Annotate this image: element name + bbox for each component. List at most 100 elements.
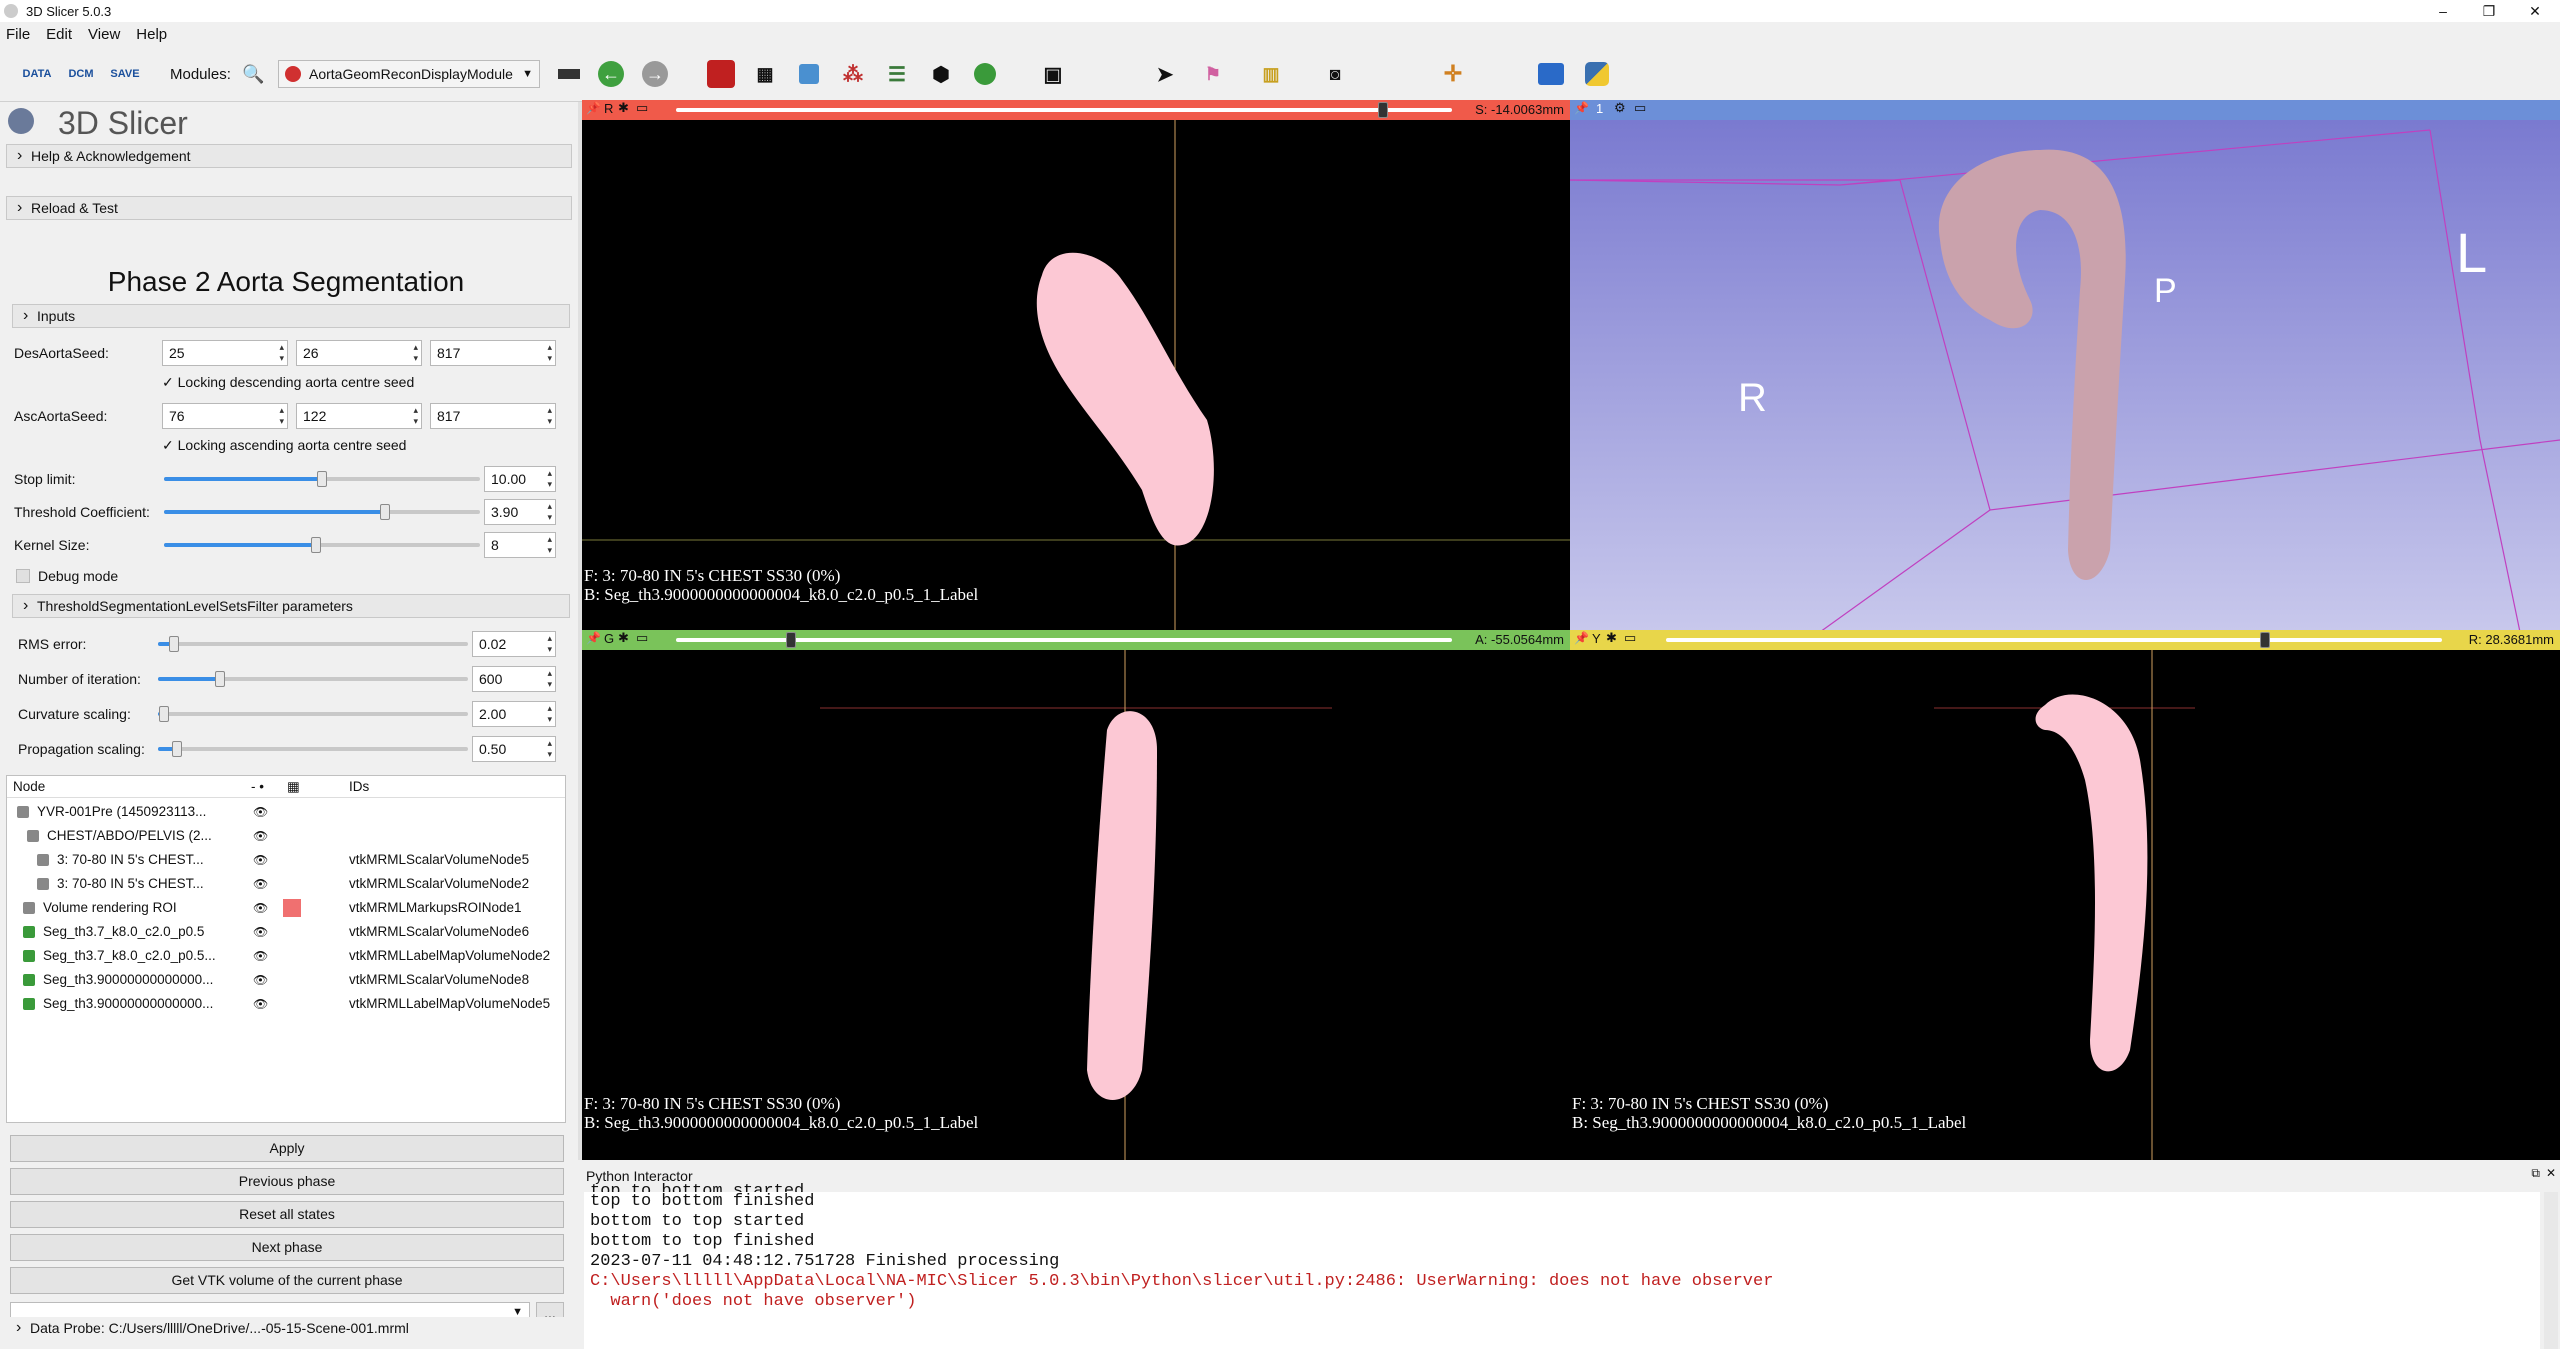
volume-rendering-icon[interactable]: ⬢	[924, 58, 958, 90]
des-lock-checkbox[interactable]: ✓ Locking descending aorta centre seed	[162, 374, 414, 391]
des-seed-x[interactable]: 25	[162, 340, 288, 366]
tree-row[interactable]: CHEST/ABDO/PELVIS (2... 👁	[7, 824, 565, 848]
green-slice-view[interactable]: F: 3: 70-80 IN 5's CHEST SS30 (0%) B: Se…	[582, 650, 1570, 1160]
menu-edit[interactable]: Edit	[46, 26, 72, 43]
tree-row[interactable]: Seg_th3.90000000000000... 👁 vtkMRMLScalarV…	[7, 968, 565, 992]
python-console[interactable]: top to bottom started top to bottom fini…	[584, 1182, 2540, 1349]
close-button[interactable]: ✕	[2512, 0, 2558, 22]
red-slice-view[interactable]: F: 3: 70-80 IN 5's CHEST SS30 (0%) B: Se…	[582, 120, 1570, 632]
filter-section-header[interactable]: ThresholdSegmentationLevelSetsFilter par…	[12, 594, 570, 618]
module-history-icon[interactable]	[552, 58, 586, 90]
rms-slider[interactable]	[158, 636, 468, 652]
screenshot-icon[interactable]: ▣	[1036, 58, 1070, 90]
visibility-eye-icon[interactable]: 👁	[253, 872, 268, 896]
visibility-eye-icon[interactable]: 👁	[253, 920, 268, 944]
apply-button[interactable]: Apply	[10, 1135, 564, 1162]
load-data-button[interactable]: DATA	[20, 58, 54, 90]
minimize-button[interactable]: –	[2420, 0, 2466, 22]
save-button[interactable]: SAVE	[108, 58, 142, 90]
markups-icon[interactable]: ⚑	[1196, 58, 1230, 90]
propagation-value[interactable]: 0.50	[472, 736, 556, 762]
maximize-view-icon[interactable]: ▭	[636, 100, 648, 116]
extensions-icon[interactable]	[1534, 58, 1568, 90]
green-offset-slider[interactable]	[676, 632, 1452, 648]
visibility-eye-icon[interactable]: 👁	[253, 896, 268, 920]
inputs-section-header[interactable]: Inputs	[12, 304, 570, 328]
yellow-offset-slider[interactable]	[1666, 632, 2442, 648]
visibility-eye-icon[interactable]: 👁	[253, 992, 268, 1016]
pin-icon[interactable]: 📌	[1574, 101, 1589, 115]
reload-section-header[interactable]: Reload & Test	[6, 196, 572, 220]
kernel-size-value[interactable]: 8	[484, 532, 556, 558]
menu-help[interactable]: Help	[136, 26, 167, 43]
data-module-icon[interactable]: ▦	[748, 58, 782, 90]
tree-row[interactable]: Seg_th3.7_k8.0_c2.0_p0.5 👁 vtkMRMLScalarVo…	[7, 920, 565, 944]
maximize-view-icon[interactable]: ▭	[1624, 630, 1636, 646]
color-swatch[interactable]	[283, 899, 301, 917]
threshold-slider[interactable]	[164, 504, 480, 520]
tree-row[interactable]: Volume rendering ROI 👁 vtkMRMLMarkupsROINo…	[7, 896, 565, 920]
previous-phase-button[interactable]: Previous phase	[10, 1168, 564, 1195]
visibility-eye-icon[interactable]: 👁	[253, 824, 268, 848]
crosshair-icon[interactable]: ✛	[1436, 58, 1470, 90]
undock-icon[interactable]: ⧉	[2531, 1166, 2540, 1181]
iteration-value[interactable]: 600	[472, 666, 556, 692]
close-icon[interactable]: ✕	[2546, 1166, 2556, 1180]
threed-view[interactable]: R P L	[1570, 120, 2560, 632]
curvature-slider[interactable]	[158, 706, 468, 722]
data-probe-header[interactable]: Data Probe: C:/Users/lllll/OneDrive/...-…	[6, 1317, 572, 1341]
layout-icon[interactable]: ▥	[1254, 58, 1288, 90]
propagation-slider[interactable]	[158, 741, 468, 757]
maximize-view-icon[interactable]: ▭	[636, 630, 648, 646]
forward-arrow-icon[interactable]: →	[638, 58, 672, 90]
tree-header-ids[interactable]: IDs	[349, 776, 369, 798]
asc-seed-x[interactable]: 76	[162, 403, 288, 429]
pin-icon[interactable]: 📌	[1574, 631, 1589, 645]
module-selector[interactable]: AortaGeomReconDisplayModule ▼	[278, 60, 540, 88]
threshold-value[interactable]: 3.90	[484, 499, 556, 525]
tree-row[interactable]: Seg_th3.90000000000000... 👁 vtkMRMLLabelMa…	[7, 992, 565, 1016]
red-offset-slider[interactable]	[676, 102, 1452, 118]
link-icon[interactable]: ✱	[1606, 630, 1617, 646]
tree-row[interactable]: YVR-001Pre (1450923113... 👁	[7, 800, 565, 824]
asc-lock-checkbox[interactable]: ✓ Locking ascending aorta centre seed	[162, 437, 406, 454]
menu-file[interactable]: File	[6, 26, 30, 43]
stop-limit-value[interactable]: 10.00	[484, 466, 556, 492]
models-icon[interactable]: ⁂	[836, 58, 870, 90]
pin-icon[interactable]: 📌	[586, 101, 601, 115]
maximize-button[interactable]: ❐	[2466, 0, 2512, 22]
welcome-icon[interactable]	[704, 58, 738, 90]
volumes-icon[interactable]	[792, 58, 826, 90]
menu-view[interactable]: View	[88, 26, 120, 43]
capture-icon[interactable]: ◙	[1318, 58, 1352, 90]
asc-seed-z[interactable]: 817	[430, 403, 556, 429]
reset-all-states-button[interactable]: Reset all states	[10, 1201, 564, 1228]
maximize-view-icon[interactable]: ▭	[1634, 100, 1646, 116]
des-seed-y[interactable]: 26	[296, 340, 422, 366]
curvature-value[interactable]: 2.00	[472, 701, 556, 727]
iteration-slider[interactable]	[158, 671, 468, 687]
load-dicom-button[interactable]: DCM	[64, 58, 98, 90]
gear-icon[interactable]: ⚙	[1614, 100, 1626, 116]
asc-seed-y[interactable]: 122	[296, 403, 422, 429]
transforms-icon[interactable]: ☰	[880, 58, 914, 90]
des-seed-z[interactable]: 817	[430, 340, 556, 366]
tree-row[interactable]: 3: 70-80 IN 5's CHEST... 👁 vtkMRMLScalarVo…	[7, 848, 565, 872]
console-scrollbar[interactable]	[2544, 1192, 2558, 1349]
back-arrow-icon[interactable]: ←	[594, 58, 628, 90]
visibility-eye-icon[interactable]: 👁	[253, 968, 268, 992]
tree-row[interactable]: Seg_th3.7_k8.0_c2.0_p0.5... 👁 vtkMRMLLabel…	[7, 944, 565, 968]
visibility-eye-icon[interactable]: 👁	[253, 944, 268, 968]
debug-mode-checkbox[interactable]	[16, 569, 30, 583]
link-icon[interactable]: ✱	[618, 630, 629, 646]
get-vtk-volume-button[interactable]: Get VTK volume of the current phase	[10, 1267, 564, 1294]
visibility-eye-icon[interactable]: 👁	[253, 848, 268, 872]
link-icon[interactable]: ✱	[618, 100, 629, 116]
next-phase-button[interactable]: Next phase	[10, 1234, 564, 1261]
pin-icon[interactable]: 📌	[586, 631, 601, 645]
tree-row[interactable]: 3: 70-80 IN 5's CHEST... 👁 vtkMRMLScalarVo…	[7, 872, 565, 896]
module-search-icon[interactable]: 🔍	[242, 64, 264, 85]
visibility-eye-icon[interactable]: 👁	[253, 800, 268, 824]
mouse-pointer-icon[interactable]: ➤	[1148, 58, 1182, 90]
kernel-size-slider[interactable]	[164, 537, 480, 553]
